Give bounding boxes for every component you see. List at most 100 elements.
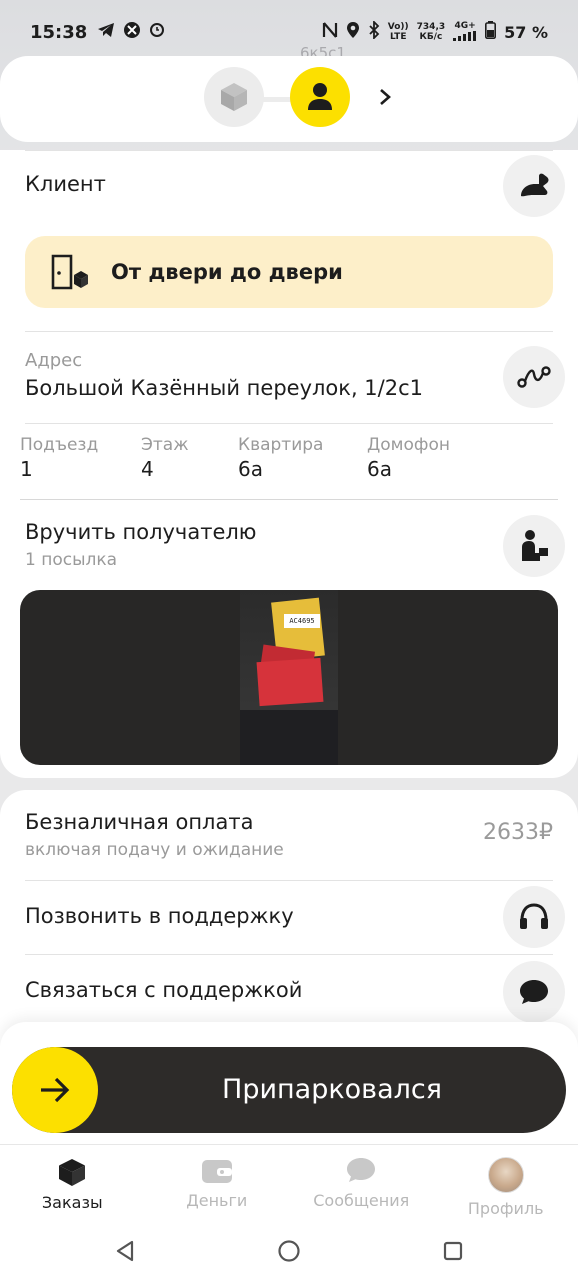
parcel-photo-image: AC4695 (240, 590, 338, 765)
tab-money-label: Деньги (186, 1191, 248, 1210)
detail-floor-value: 4 (141, 457, 154, 481)
detail-entrance: Подъезд 1 (20, 435, 98, 481)
tab-messages-label: Сообщения (313, 1191, 410, 1210)
avatar (487, 1157, 524, 1193)
action-sheet: Припарковался (0, 1022, 578, 1144)
detail-floor: Этаж 4 (141, 435, 189, 481)
handover-button[interactable] (503, 515, 565, 577)
net-type: 4G+ (454, 20, 476, 31)
nav-home-button[interactable] (274, 1236, 304, 1266)
address-value[interactable]: Большой Казённый переулок, 1/2с1 (25, 376, 423, 400)
parked-slider[interactable]: Припарковался (12, 1047, 566, 1133)
payment-title: Безналичная оплата (25, 810, 254, 834)
door-to-door-label: От двери до двери (111, 260, 343, 284)
handover-subtitle: 1 посылка (25, 550, 118, 570)
door-to-door-banner: От двери до двери (25, 236, 553, 308)
handover-title: Вручить получателю (25, 520, 257, 544)
tab-orders[interactable]: Заказы (0, 1145, 145, 1220)
photo-parcel-tag: AC4695 (284, 614, 320, 628)
net-speed-value: 734,3 (416, 22, 446, 32)
detail-entrance-label: Подъезд (20, 435, 99, 455)
net-speed-unit: КБ/с (419, 32, 443, 42)
status-time: 15:38 (30, 21, 88, 43)
headset-icon (520, 903, 548, 929)
detail-apartment: Квартира 6а (238, 435, 323, 481)
volte-indicator: Vo)) LTE (388, 22, 409, 42)
wallet-icon (201, 1160, 232, 1183)
route-icon (517, 366, 551, 388)
slider-label: Припарковался (222, 1074, 442, 1105)
detail-apartment-value: 6а (238, 457, 263, 481)
chevron-right-icon (380, 89, 391, 105)
person-handover-icon (522, 530, 548, 561)
step-next-button[interactable] (370, 80, 400, 114)
payment-support-card: Безналичная оплата включая подачу и ожид… (0, 790, 578, 1050)
payment-subtitle: включая подачу и ожидание (25, 840, 284, 860)
client-title: Клиент (25, 172, 106, 196)
order-stepper (0, 56, 578, 142)
location-icon (346, 21, 360, 43)
payment-price: 2633₽ (483, 820, 553, 845)
net-speed: 734,3 КБ/с (417, 22, 445, 42)
divider (25, 331, 553, 332)
call-support-button[interactable] (503, 886, 565, 948)
divider (20, 499, 558, 500)
alarm-icon (149, 22, 165, 42)
status-bar: 15:38 Vo)) LTE 734,3 КБ/с 4G+ 57 % (0, 0, 578, 64)
address-label: Адрес (25, 350, 83, 371)
orders-box-icon (59, 1159, 86, 1186)
person-icon (308, 83, 332, 110)
signal-bars-icon (453, 30, 477, 41)
home-circle-icon (278, 1240, 300, 1262)
divider (25, 150, 553, 151)
parcel-icon (221, 83, 247, 111)
order-details-card: Клиент От двери до двери Адрес Большой К… (0, 150, 578, 778)
tab-money[interactable]: Деньги (145, 1145, 290, 1220)
nav-recents-button[interactable] (438, 1236, 468, 1266)
status-notification-icons (97, 21, 165, 43)
arrow-right-icon (41, 1077, 70, 1103)
detail-intercom-value: 6а (367, 457, 392, 481)
phone-icon (521, 173, 549, 197)
nav-back-button[interactable] (110, 1236, 140, 1266)
app-notification-icon (123, 21, 141, 43)
step-parcel[interactable] (204, 67, 264, 127)
bluetooth-icon (368, 19, 380, 43)
signal-indicator: 4G+ (453, 21, 477, 44)
detail-apartment-label: Квартира (238, 435, 324, 455)
slider-knob[interactable] (12, 1047, 98, 1133)
volte-bottom: LTE (389, 32, 407, 42)
detail-intercom: Домофон 6а (367, 435, 450, 481)
door-parcel-icon (51, 254, 88, 290)
chat-support-label[interactable]: Связаться с поддержкой (25, 978, 302, 1002)
status-system-icons: Vo)) LTE 734,3 КБ/с 4G+ 57 % (322, 19, 548, 44)
step-client[interactable] (290, 67, 350, 127)
route-button[interactable] (503, 346, 565, 408)
call-support-label[interactable]: Позвонить в поддержку (25, 904, 294, 928)
photo-car-seat (240, 710, 338, 765)
tab-profile[interactable]: Профиль (434, 1145, 578, 1220)
parcel-photo[interactable]: AC4695 (20, 590, 558, 765)
detail-floor-label: Этаж (141, 435, 189, 455)
nfc-icon (322, 21, 338, 43)
battery-icon (485, 21, 497, 43)
recents-square-icon (443, 1241, 463, 1261)
tab-messages[interactable]: Сообщения (289, 1145, 434, 1220)
system-nav-bar (0, 1220, 578, 1280)
bottom-tab-bar: Заказы Деньги Сообщения Профиль (0, 1144, 578, 1220)
tab-profile-label: Профиль (467, 1199, 544, 1218)
tab-orders-label: Заказы (41, 1193, 103, 1212)
divider (25, 880, 553, 881)
chat-bubble-icon (520, 980, 548, 1004)
battery-percent: 57 % (504, 22, 548, 42)
back-triangle-icon (116, 1240, 134, 1262)
detail-entrance-value: 1 (20, 457, 33, 481)
detail-intercom-label: Домофон (367, 435, 450, 455)
divider (25, 954, 553, 955)
telegram-icon (97, 22, 115, 42)
chat-support-button[interactable] (503, 961, 565, 1023)
messages-icon (347, 1158, 376, 1182)
call-client-button[interactable] (503, 155, 565, 217)
divider (25, 423, 553, 424)
volte-top: Vo)) (387, 22, 409, 32)
